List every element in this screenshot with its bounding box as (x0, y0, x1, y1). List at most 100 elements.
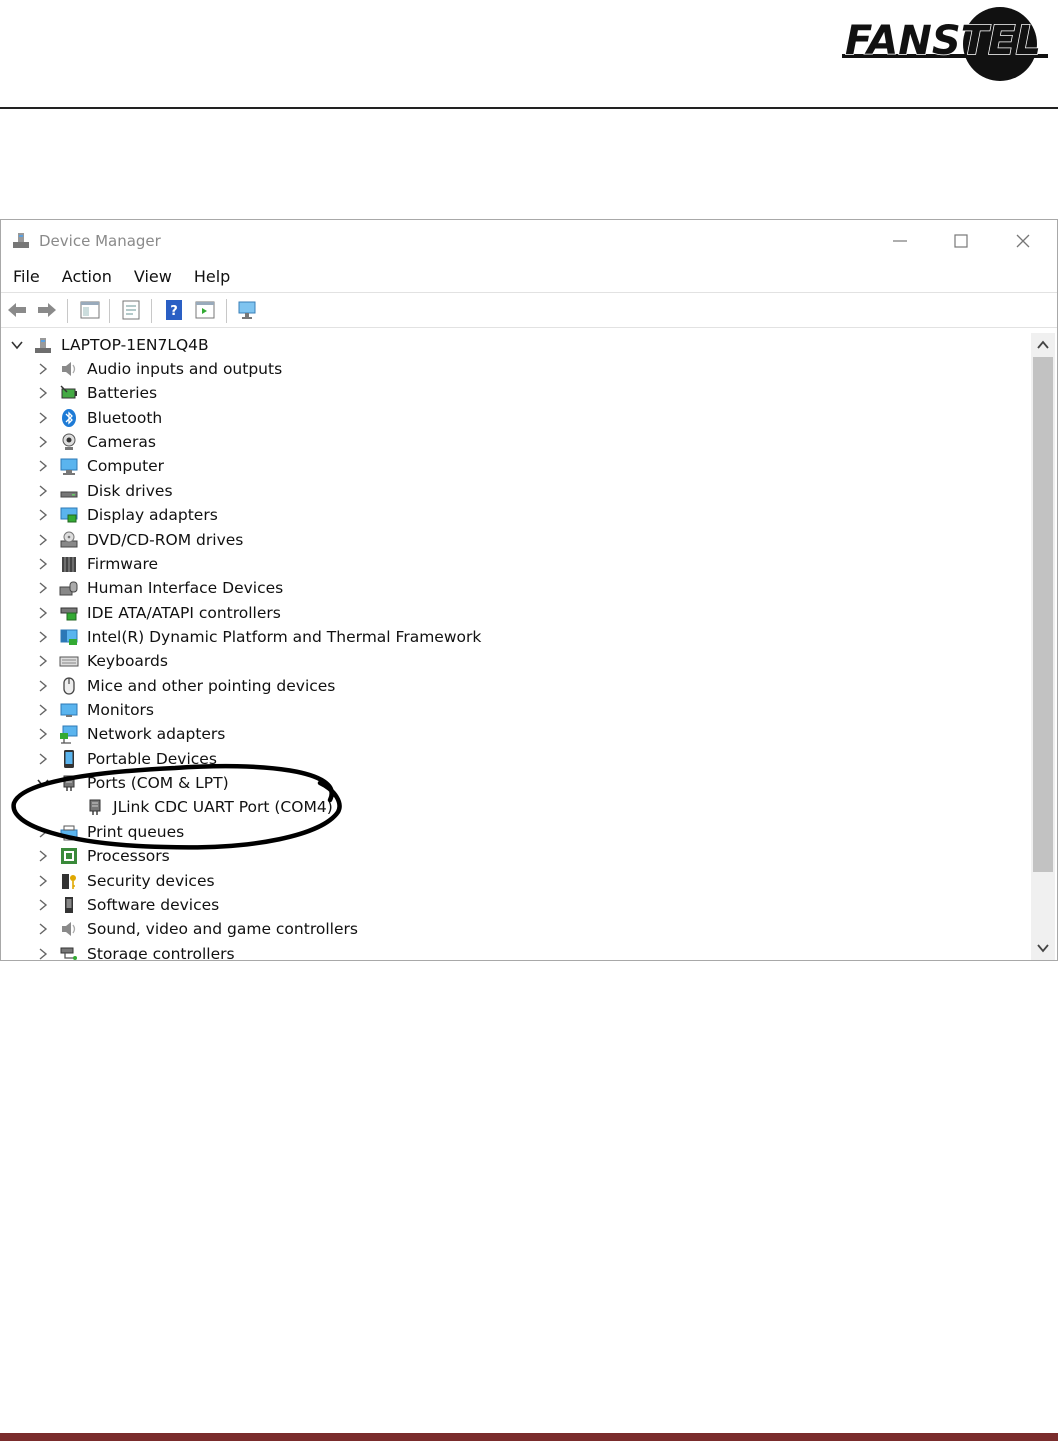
tree-item-label: Intel(R) Dynamic Platform and Thermal Fr… (87, 627, 482, 646)
tree-item-label: Sound, video and game controllers (87, 920, 358, 939)
maximize-button[interactable] (938, 226, 984, 256)
toolbar-separator (109, 299, 110, 323)
chevron-right-icon[interactable] (36, 630, 50, 644)
chevron-right-icon[interactable] (36, 581, 50, 595)
tree-category-item[interactable]: Computer (1, 454, 521, 478)
chevron-down-icon[interactable] (10, 338, 24, 352)
chevron-right-icon[interactable] (36, 874, 50, 888)
tree-category-item[interactable]: Intel(R) Dynamic Platform and Thermal Fr… (1, 625, 521, 649)
chevron-right-icon[interactable] (36, 922, 50, 936)
menu-file[interactable]: File (1, 264, 51, 290)
chevron-right-icon[interactable] (36, 752, 50, 766)
tree-category-item[interactable]: Batteries (1, 381, 521, 405)
tree-category-item[interactable]: Processors (1, 844, 521, 868)
chevron-right-icon[interactable] (36, 947, 50, 960)
tree-item-label: Portable Devices (87, 749, 217, 768)
mouse-icon (63, 677, 75, 695)
chevron-right-icon[interactable] (36, 362, 50, 376)
chevron-right-icon[interactable] (36, 557, 50, 571)
scan-hardware-icon[interactable] (237, 299, 259, 321)
tree-category-item[interactable]: Ports (COM & LPT) (1, 771, 521, 795)
help-icon[interactable]: ? (163, 299, 185, 321)
minimize-button[interactable] (877, 226, 923, 256)
tree-category-item[interactable]: IDE ATA/ATAPI controllers (1, 601, 521, 625)
tree-category-item[interactable]: Security devices (1, 869, 521, 893)
menu-view[interactable]: View (123, 264, 183, 290)
bluetooth-icon (62, 408, 76, 427)
show-hide-console-tree-icon[interactable] (79, 299, 101, 321)
back-arrow-icon[interactable] (6, 299, 28, 321)
chevron-right-icon[interactable] (36, 484, 50, 498)
tree-category-item[interactable]: Audio inputs and outputs (1, 357, 521, 381)
tree-category-item[interactable]: Mice and other pointing devices (1, 674, 521, 698)
close-button[interactable] (1000, 226, 1046, 256)
window-title: Device Manager (39, 232, 161, 250)
chevron-right-icon[interactable] (36, 386, 50, 400)
toolbar-separator (226, 299, 227, 323)
tree-category-item[interactable]: Display adapters (1, 503, 521, 527)
tree-item-label: Monitors (87, 701, 154, 720)
tree-category-item[interactable]: Human Interface Devices (1, 576, 521, 600)
processor-icon (61, 848, 77, 865)
chevron-right-icon[interactable] (36, 435, 50, 449)
maximize-icon (954, 234, 968, 248)
camera-icon (62, 433, 76, 451)
chevron-right-icon[interactable] (36, 508, 50, 522)
chevron-right-icon[interactable] (36, 654, 50, 668)
chevron-right-icon[interactable] (36, 411, 50, 425)
svg-text:?: ? (170, 304, 178, 319)
chevron-up-icon[interactable] (1035, 337, 1051, 353)
chevron-right-icon[interactable] (36, 825, 50, 839)
properties-icon[interactable] (120, 299, 142, 321)
tree-root[interactable]: LAPTOP-1EN7LQ4B (1, 333, 401, 357)
vertical-scrollbar[interactable] (1031, 333, 1055, 960)
chevron-right-icon[interactable] (36, 679, 50, 693)
tree-item-label: Bluetooth (87, 408, 163, 427)
tree-item-label: Ports (COM & LPT) (87, 774, 229, 793)
chevron-down-icon[interactable] (36, 776, 50, 790)
action-pane-icon[interactable] (194, 299, 216, 321)
toolbar-separator (151, 299, 152, 323)
tree-item-label: Print queues (87, 822, 185, 841)
tree-category-item[interactable]: Disk drives (1, 479, 521, 503)
menu-help[interactable]: Help (183, 264, 241, 290)
chevron-down-icon[interactable] (1035, 940, 1051, 956)
tree-child-item[interactable]: JLink CDC UART Port (COM4) (1, 795, 521, 819)
chevron-right-icon[interactable] (36, 898, 50, 912)
close-icon (1016, 234, 1030, 248)
tree-category-item[interactable]: Bluetooth (1, 406, 521, 430)
tree-category-item[interactable]: Monitors (1, 698, 521, 722)
scrollbar-thumb[interactable] (1033, 357, 1053, 872)
chevron-right-icon[interactable] (36, 533, 50, 547)
tree-item-label: Disk drives (87, 481, 173, 500)
title-bar[interactable]: Device Manager (1, 220, 1057, 262)
chevron-right-icon[interactable] (36, 727, 50, 741)
chevron-right-icon[interactable] (36, 849, 50, 863)
port-icon (89, 799, 101, 816)
disk-drive-icon (60, 491, 78, 498)
tree-category-item[interactable]: Print queues (1, 820, 521, 844)
tree-item-label: Processors (87, 847, 170, 866)
tree-category-item[interactable]: Cameras (1, 430, 521, 454)
chevron-right-icon[interactable] (36, 459, 50, 473)
chevron-right-icon[interactable] (36, 606, 50, 620)
tree-root-label: LAPTOP-1EN7LQ4B (61, 336, 209, 354)
hid-icon (59, 581, 78, 596)
fanstel-logo: FANSTEL (842, 7, 1048, 81)
tree-category-item[interactable]: Firmware (1, 552, 521, 576)
security-device-icon (62, 873, 76, 889)
tree-category-item[interactable]: Portable Devices (1, 747, 521, 771)
tree-category-item[interactable]: Sound, video and game controllers (1, 917, 521, 941)
menu-action[interactable]: Action (51, 264, 123, 290)
chevron-right-icon[interactable] (36, 703, 50, 717)
forward-arrow-icon[interactable] (36, 299, 58, 321)
tree-item-label: Software devices (87, 895, 220, 914)
sound-icon (62, 922, 76, 937)
portable-device-icon (64, 749, 74, 768)
tree-item-label: Security devices (87, 871, 215, 890)
tree-category-item[interactable]: Network adapters (1, 722, 521, 746)
tree-category-item[interactable]: Keyboards (1, 649, 521, 673)
tree-category-item[interactable]: Storage controllers (1, 942, 521, 960)
tree-category-item[interactable]: Software devices (1, 893, 521, 917)
tree-category-item[interactable]: DVD/CD-ROM drives (1, 528, 521, 552)
